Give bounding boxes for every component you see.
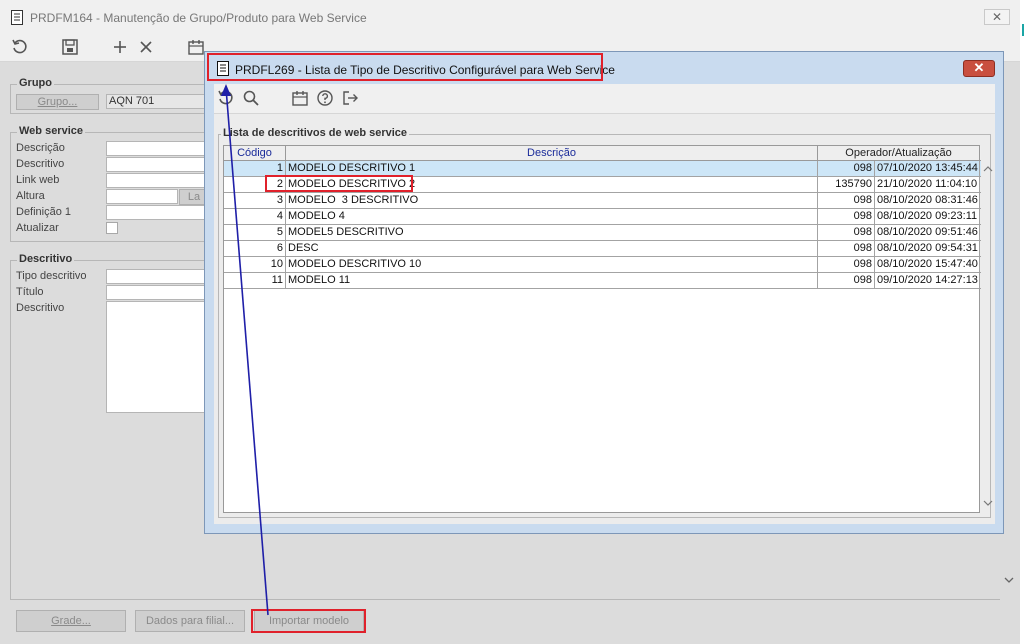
- annotation-arrow: [221, 84, 269, 616]
